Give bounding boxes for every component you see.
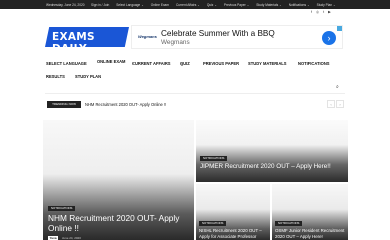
top-link-label: Study Plan (316, 2, 332, 7)
logo-text: EXAMS DAILY (52, 31, 95, 55)
chevron-down-icon: ⌄ (333, 2, 336, 7)
post-title[interactable]: NHM Recruitment 2020 OUT- Apply Online !… (48, 213, 188, 233)
trending-bar: TRENDING NOW NHM Recruitment 2020 OUT- A… (45, 100, 345, 110)
top-link-select-language[interactable]: Select Language⌄ (116, 3, 143, 7)
chevron-down-icon: ⌄ (248, 61, 251, 65)
top-link-label: Current Affairs (175, 2, 197, 7)
nav-label: RESULTS (46, 74, 65, 79)
chevron-down-icon: ⌄ (132, 61, 135, 65)
ad-subline: Wegmans (161, 39, 190, 46)
post-title[interactable]: JIPMER Recruitment 2020 OUT – Apply Here… (200, 163, 340, 171)
chevron-down-icon: ⌄ (141, 2, 144, 7)
category-badge[interactable]: NOTIFICATIONS (200, 156, 228, 161)
facebook-icon[interactable]: f (311, 10, 312, 14)
site-logo[interactable]: EXAMS DAILY (45, 27, 129, 47)
top-link-label: Select Language (116, 2, 141, 7)
instagram-icon[interactable]: ◎ (316, 10, 319, 14)
top-link-label: Notifications (288, 2, 307, 7)
post-title[interactable]: OSMF Junior Resident Recruitment 2020 OU… (275, 228, 345, 239)
nav-label: SELECT LANGUAGE (46, 61, 87, 66)
ad-choices-icon[interactable] (337, 26, 342, 31)
chevron-down-icon: ⌄ (246, 2, 250, 7)
trending-next-button[interactable]: › (336, 100, 344, 108)
nav-label: PREVIOUS PAPER (203, 61, 240, 66)
chevron-down-icon: ⌄ (279, 2, 282, 7)
featured-post-main[interactable]: NOTIFICATIONS NHM Recruitment 2020 OUT- … (43, 120, 194, 240)
current-date: Wednesday, June 24, 2020 (46, 2, 85, 7)
post-author[interactable]: Yuva (48, 236, 59, 240)
nav-online-exam[interactable]: ONLINE EXAM (97, 59, 125, 64)
chevron-down-icon: ⌄ (197, 2, 200, 7)
social-links: f ◎ t ▶ (311, 10, 331, 14)
chevron-down-icon: ⌄ (203, 61, 206, 65)
chevron-down-icon: ⌄ (180, 61, 183, 65)
chevron-down-icon: ⌄ (46, 74, 49, 78)
top-link-previous-paper[interactable]: Previous Paper⌄ (224, 3, 249, 7)
chevron-down-icon: ⌄ (307, 2, 310, 7)
trending-title-link[interactable]: NHM Recruitment 2020 OUT- Apply Online !… (85, 102, 166, 107)
nav-label: NOTIFICATIONS (298, 61, 330, 66)
category-badge[interactable]: NOTIFICATIONS (199, 221, 227, 226)
nav-label: CURRENT AFFAIRS (132, 61, 171, 66)
top-link-study-materials[interactable]: Study Materials⌄ (256, 3, 281, 7)
category-badge[interactable]: NOTIFICATIONS (48, 206, 76, 211)
top-links: Sign in / Join Select Language⌄ Online E… (91, 3, 336, 7)
top-link-label: Study Materials (256, 2, 279, 7)
chevron-down-icon: ⌄ (75, 74, 78, 78)
trending-tag: TRENDING NOW (47, 101, 81, 108)
post-date: June 24, 2020 (61, 236, 81, 240)
top-link-online-exam[interactable]: Online Exam (151, 3, 169, 7)
nav-label: STUDY MATERIALS (248, 61, 287, 66)
trending-prev-button[interactable]: ‹ (327, 100, 335, 108)
search-icon[interactable]: ⌕ (336, 84, 339, 90)
ad-headline: Celebrate Summer With a BBQ (161, 28, 275, 38)
chevron-down-icon: ⌄ (214, 2, 217, 7)
featured-post-fourth[interactable]: NOTIFICATIONS OSMF Junior Resident Recru… (272, 184, 348, 240)
nav-label: STUDY PLAN (75, 74, 102, 79)
main-navigation-row-2: RESULTS ⌄ STUDY PLAN ⌄ (45, 70, 345, 80)
featured-post-second[interactable]: NOTIFICATIONS JIPMER Recruitment 2020 OU… (196, 120, 348, 182)
chevron-down-icon: ⌄ (298, 61, 301, 65)
chevron-down-icon: ⌄ (46, 61, 49, 65)
sign-in-link[interactable]: Sign in / Join (91, 3, 109, 7)
post-meta: Yuva June 24, 2020 (48, 236, 81, 240)
category-badge[interactable]: NOTIFICATIONS (275, 221, 303, 226)
ad-brand-logo: Wegmans (138, 34, 157, 39)
top-link-study-plan[interactable]: Study Plan⌄ (317, 3, 336, 7)
top-link-label: Previous Paper (223, 2, 246, 7)
nav-divider (45, 93, 345, 94)
featured-post-third[interactable]: NOTIFICATIONS NISHL Recruitment 2020 OUT… (196, 184, 270, 240)
top-link-notifications[interactable]: Notifications⌄ (289, 3, 310, 7)
twitter-icon[interactable]: t (323, 10, 324, 14)
page: Wednesday, June 24, 2020 Sign in / Join … (0, 0, 390, 240)
advertisement-banner[interactable]: Wegmans Celebrate Summer With a BBQ Wegm… (131, 25, 343, 49)
top-link-current-affairs[interactable]: Current Affairs⌄ (176, 3, 200, 7)
top-bar: Wednesday, June 24, 2020 Sign in / Join … (0, 0, 390, 9)
youtube-icon[interactable]: ▶ (328, 10, 331, 14)
main-navigation: SELECT LANGUAGE ⌄ ONLINE EXAM CURRENT AF… (45, 57, 345, 67)
top-link-label: Quiz (206, 2, 214, 7)
post-title[interactable]: NISHL Recruitment 2020 OUT – Apply for A… (199, 228, 269, 239)
top-link-quiz[interactable]: Quiz⌄ (207, 3, 217, 7)
ad-arrow-button[interactable]: › (322, 31, 336, 45)
